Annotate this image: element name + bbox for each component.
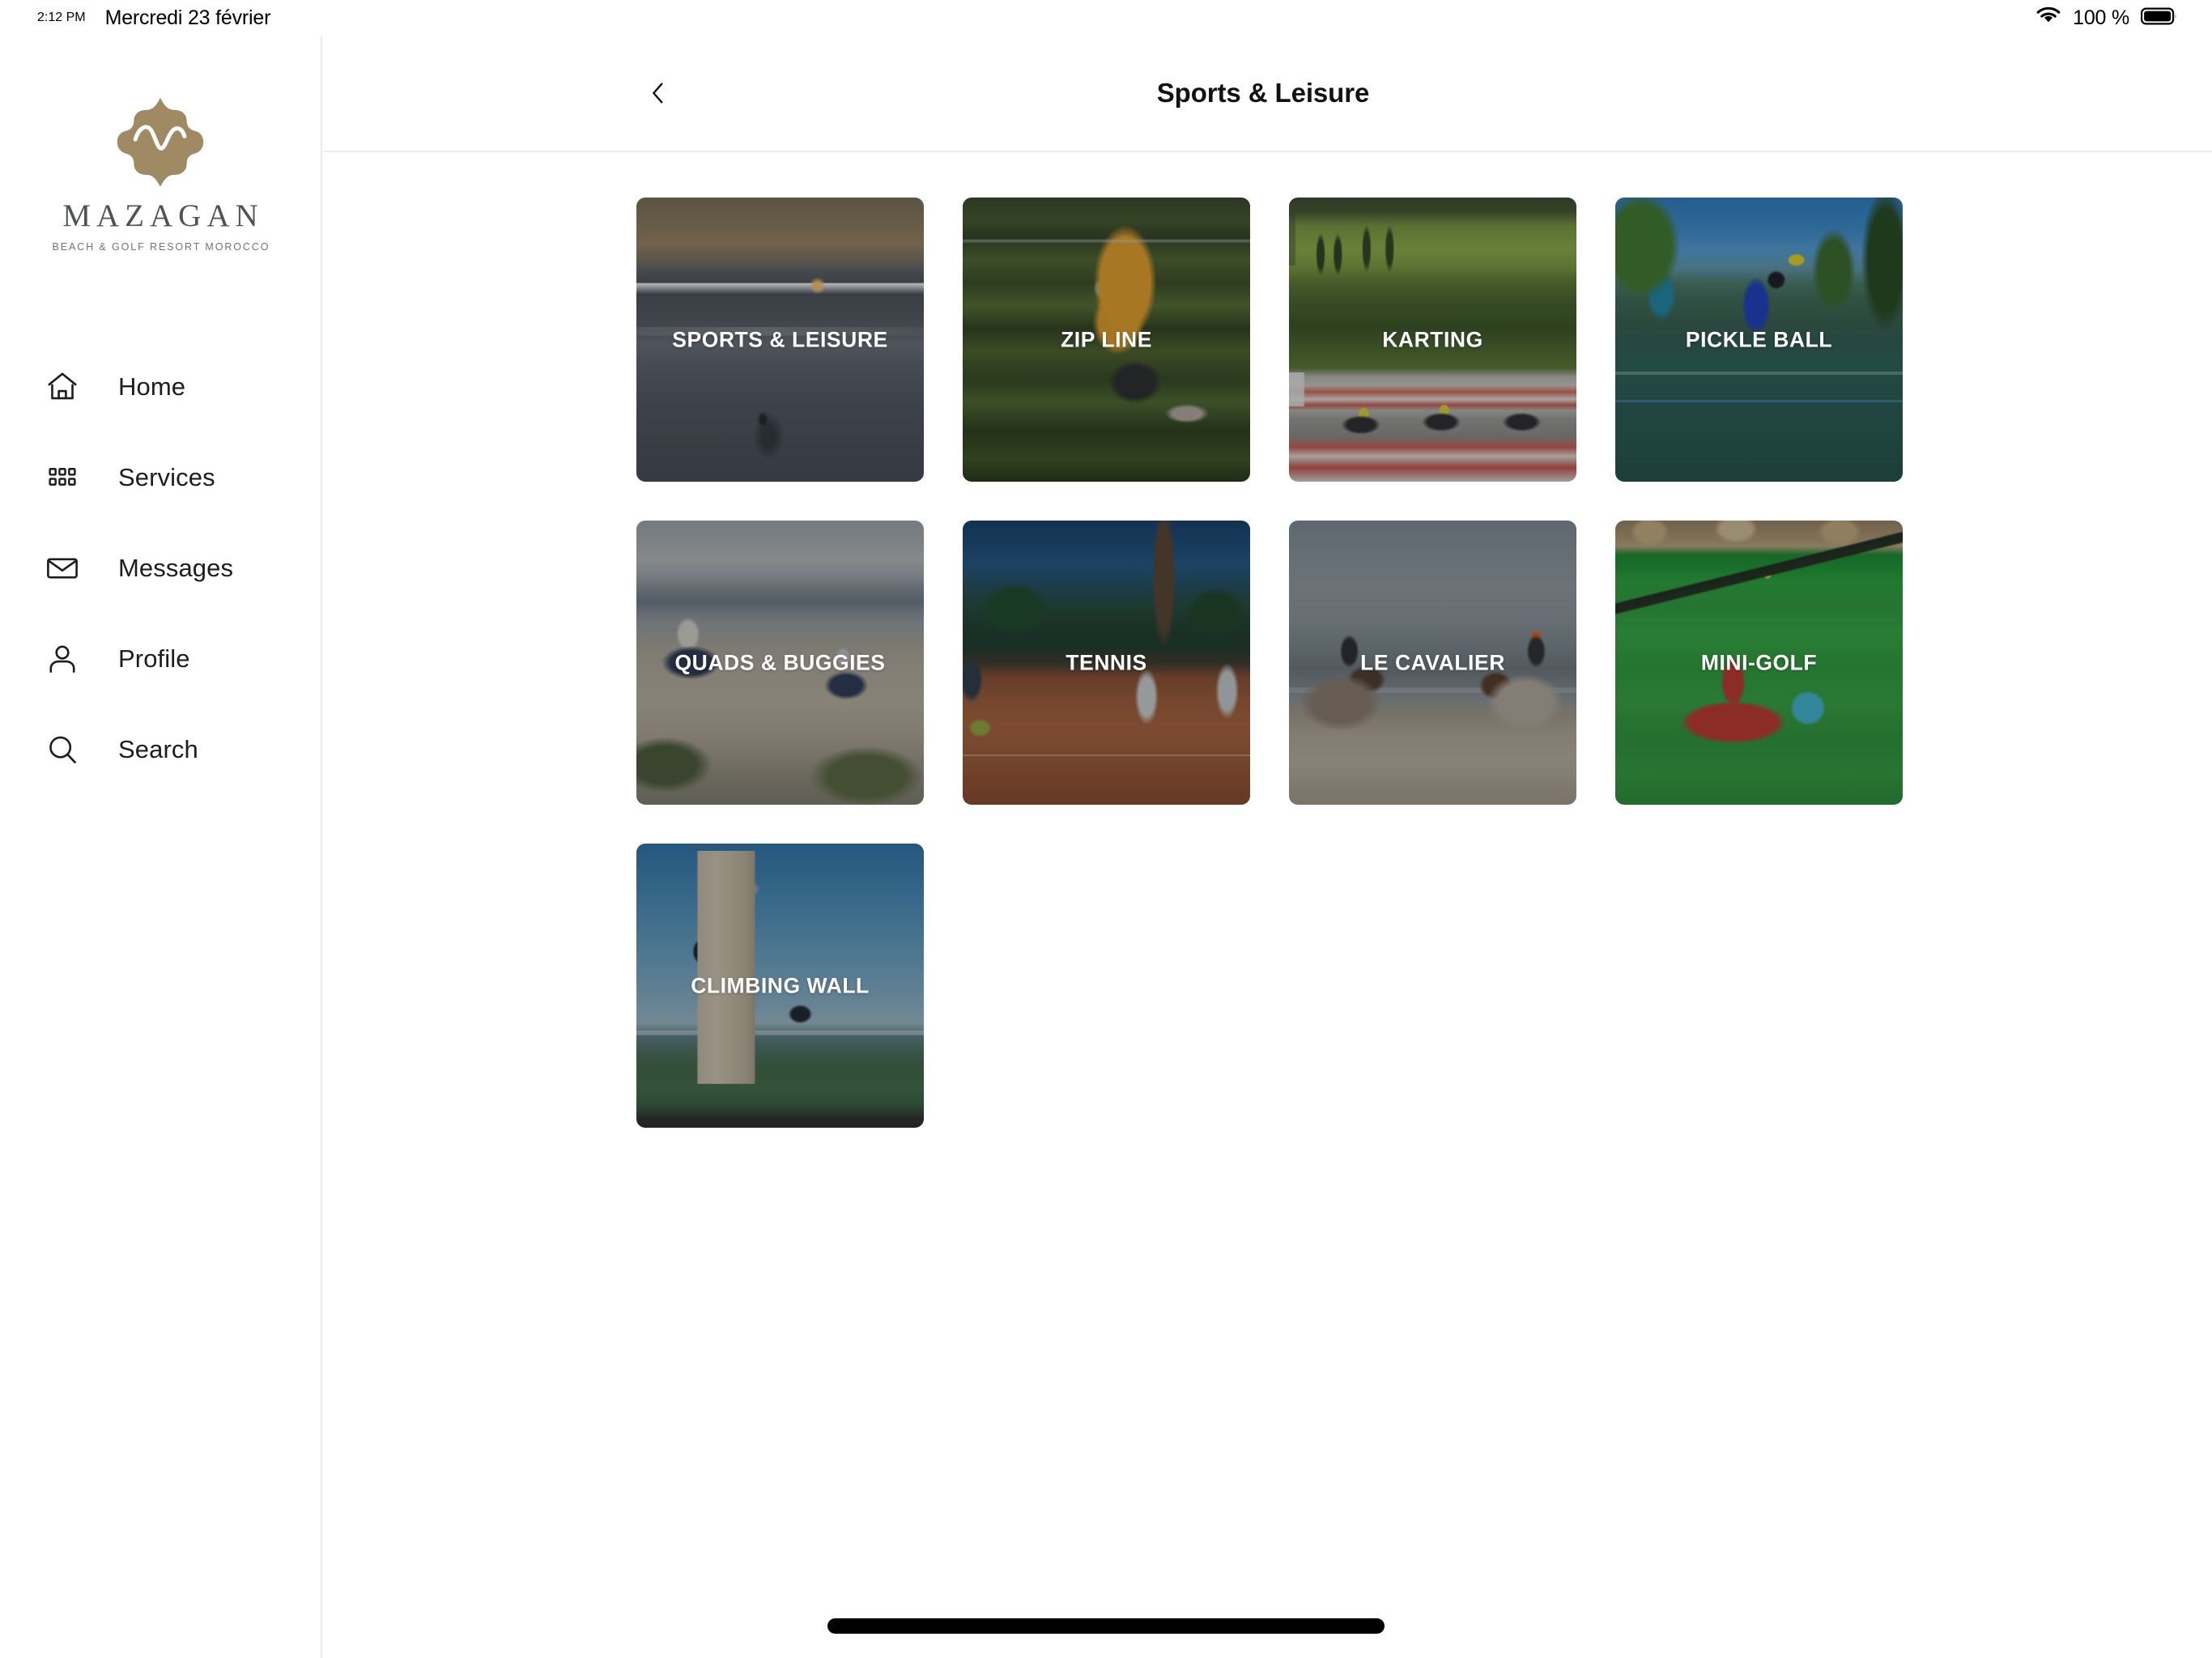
status-bar-left: 2:12 PM Mercredi 23 février [37, 6, 270, 30]
page-title: Sports & Leisure [1156, 78, 1370, 108]
status-date: Mercredi 23 février [104, 6, 271, 29]
card-label-sports-leisure: SPORTS & LEISURE [672, 326, 888, 351]
search-icon [42, 729, 83, 770]
activity-card-grid: SPORTS & LEISURE ZIP LINE KARTING PICKLE… [324, 152, 1942, 1128]
status-bar-right: 100 % [2035, 6, 2178, 30]
envelope-icon [42, 548, 83, 589]
activity-card-karting[interactable]: KARTING [1289, 198, 1576, 482]
sidebar-nav: Home Services Messages Profile Search [0, 342, 321, 795]
activity-card-tennis[interactable]: TENNIS [963, 521, 1250, 805]
activity-card-climbing-wall[interactable]: CLIMBING WALL [636, 844, 924, 1128]
wifi-icon [2035, 6, 2061, 30]
card-label-le-cavalier: LE CAVALIER [1360, 649, 1505, 674]
activity-card-mini-golf[interactable]: MINI-GOLF [1615, 521, 1903, 805]
home-icon [42, 367, 83, 407]
brand-tagline: BEACH & GOLF RESORT MOROCCO [52, 241, 270, 253]
activity-card-zip-line[interactable]: ZIP LINE [963, 198, 1250, 482]
sidebar-item-profile[interactable]: Profile [0, 614, 321, 704]
sidebar-item-label-services: Services [118, 463, 215, 491]
sidebar: MAZAGAN BEACH & GOLF RESORT MOROCCO Home [0, 36, 322, 1658]
card-label-karting: KARTING [1382, 326, 1483, 351]
sidebar-item-label-search: Search [118, 735, 198, 763]
card-label-quads-buggies: QUADS & BUGGIES [674, 649, 886, 674]
card-label-pickle-ball: PICKLE BALL [1685, 326, 1833, 351]
sidebar-item-label-home: Home [118, 372, 186, 401]
sidebar-item-messages[interactable]: Messages [0, 523, 321, 614]
activity-card-le-cavalier[interactable]: LE CAVALIER [1289, 521, 1576, 805]
main-content: Sports & Leisure SPORTS & LEISURE ZIP LI… [324, 36, 2212, 1658]
back-button[interactable] [636, 70, 681, 116]
battery-full-icon [2141, 6, 2178, 30]
page-header: Sports & Leisure [324, 36, 2212, 152]
sidebar-item-label-profile: Profile [118, 644, 190, 673]
status-bar: 2:12 PM Mercredi 23 février 100 % [0, 0, 2212, 36]
mazagan-logo-icon [115, 96, 206, 187]
sidebar-item-search[interactable]: Search [0, 704, 321, 795]
sidebar-item-services[interactable]: Services [0, 432, 321, 523]
brand-block: MAZAGAN BEACH & GOLF RESORT MOROCCO [0, 96, 321, 253]
activity-card-sports-leisure[interactable]: SPORTS & LEISURE [636, 198, 924, 482]
activity-card-pickle-ball[interactable]: PICKLE BALL [1615, 198, 1903, 482]
grid-icon [42, 457, 83, 498]
person-icon [42, 639, 83, 679]
card-label-tennis: TENNIS [1066, 649, 1147, 674]
home-indicator-bar[interactable] [827, 1618, 1385, 1634]
card-label-climbing-wall: CLIMBING WALL [691, 972, 870, 997]
sidebar-item-label-messages: Messages [118, 554, 234, 582]
sidebar-item-home[interactable]: Home [0, 342, 321, 432]
brand-name: MAZAGAN [62, 198, 264, 233]
card-label-zip-line: ZIP LINE [1061, 326, 1152, 351]
status-time: 2:12 PM [37, 11, 86, 24]
card-label-mini-golf: MINI-GOLF [1700, 649, 1818, 674]
activity-card-quads-buggies[interactable]: QUADS & BUGGIES [636, 521, 924, 805]
battery-percent-label: 100 % [2073, 6, 2129, 29]
